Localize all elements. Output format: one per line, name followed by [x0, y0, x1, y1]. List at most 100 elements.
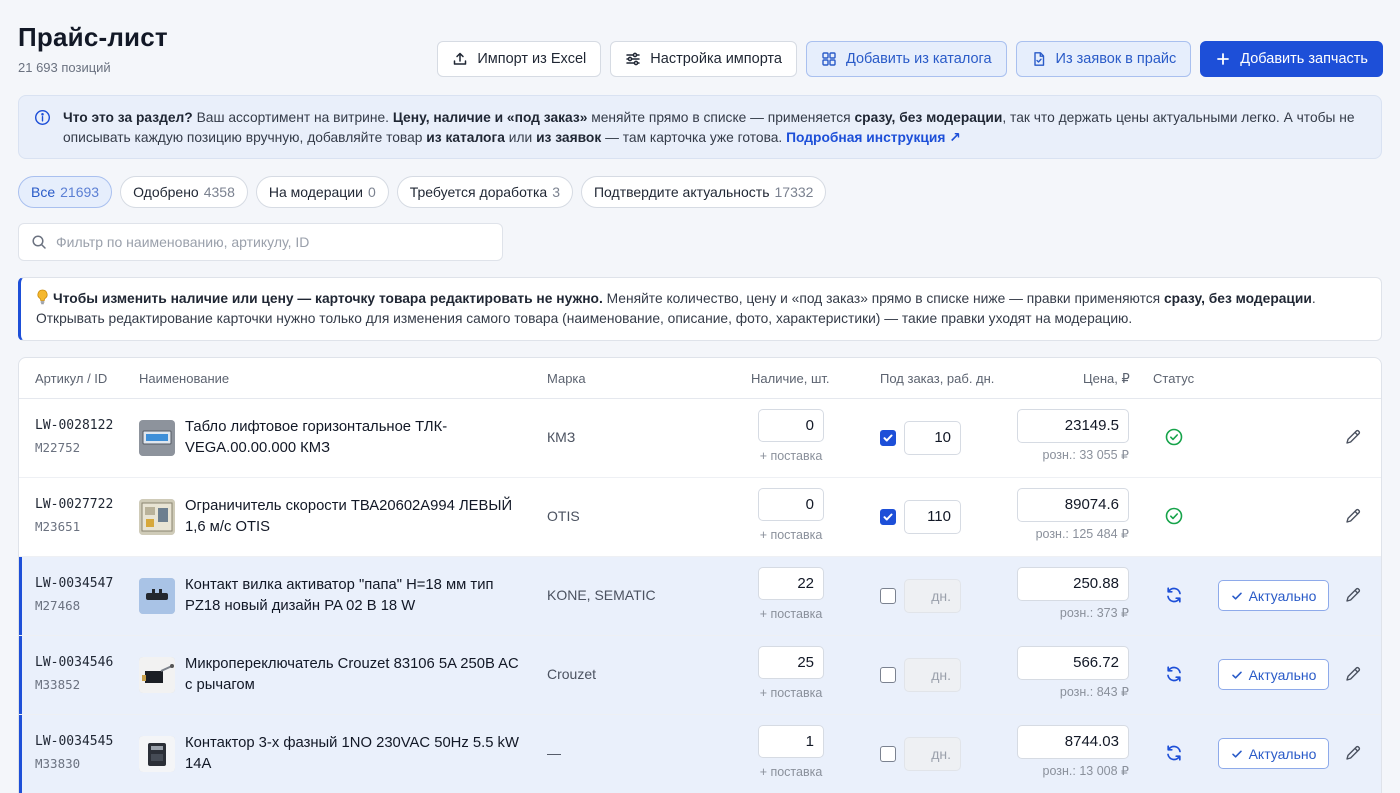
lightbulb-icon [37, 289, 48, 305]
product-brand: KONE, SEMATIC [547, 587, 656, 603]
add-part-label: Добавить запчасть [1240, 51, 1368, 67]
product-name[interactable]: Контакт вилка активатор "папа" H=18 мм т… [185, 575, 525, 617]
import-excel-button[interactable]: Импорт из Excel [437, 41, 602, 77]
col-status: Статус [1153, 371, 1195, 386]
order-checkbox[interactable] [880, 746, 896, 762]
retail-price: розн.: 13 008 ₽ [1042, 764, 1129, 778]
price-input[interactable]: 8744.03 [1017, 725, 1129, 759]
add-supply-link[interactable]: + поставка [758, 765, 824, 779]
stock-input[interactable]: 22 [758, 567, 824, 600]
edit-tip-banner: Чтобы изменить наличие или цену — карточ… [18, 277, 1382, 341]
section-info-banner: Что это за раздел? Ваш ассортимент на ви… [18, 95, 1382, 159]
check-icon [1231, 750, 1242, 758]
price-input[interactable]: 89074.6 [1017, 488, 1129, 522]
filter-chip-all[interactable]: Все 21693 [18, 176, 113, 208]
filter-count: 17332 [774, 184, 814, 200]
row-sku: LW-0034545 [35, 734, 114, 749]
retail-price: розн.: 125 484 ₽ [1035, 527, 1129, 541]
product-thumbnail[interactable] [139, 578, 175, 614]
filter-count: 4358 [203, 184, 235, 200]
refresh-icon [1167, 666, 1181, 682]
add-supply-link[interactable]: + поставка [758, 686, 824, 700]
from-requests-button[interactable]: Из заявок в прайс [1015, 41, 1192, 77]
refresh-icon [1167, 745, 1181, 761]
product-thumbnail[interactable] [139, 499, 175, 535]
product-name[interactable]: Табло лифтовое горизонтальное ТЛК-VEGA.0… [185, 417, 525, 459]
check-icon [883, 513, 893, 521]
retail-price: розн.: 373 ₽ [1059, 606, 1129, 620]
order-days-input[interactable]: дн. [904, 737, 961, 771]
upload-icon [454, 52, 467, 65]
pencil-icon[interactable] [1344, 665, 1362, 683]
pencil-icon[interactable] [1344, 744, 1362, 762]
row-id: M27468 [35, 598, 81, 613]
status-filter-chips: Все 21693 Одобрено 4358 На модерации 0 Треб… [18, 176, 827, 208]
add-from-catalog-label: Добавить из каталога [845, 51, 992, 67]
order-checkbox[interactable] [880, 509, 896, 525]
order-days-input[interactable]: дн. [904, 658, 961, 692]
pencil-icon[interactable] [1344, 507, 1362, 525]
order-days-input[interactable]: 10 [904, 421, 961, 455]
col-name: Наименование [139, 371, 230, 386]
confirm-actual-button[interactable]: Актуально [1218, 659, 1329, 690]
order-days-input[interactable]: дн. [904, 579, 961, 613]
search-box [18, 223, 503, 261]
product-name[interactable]: Микропереключатель Crouzet 83106 5A 250B… [185, 654, 525, 696]
toolbar: Импорт из Excel Настройка импорта Добави… [437, 41, 1383, 77]
order-checkbox[interactable] [880, 588, 896, 604]
product-thumbnail[interactable] [139, 420, 175, 456]
tip-line-2: Открывать редактирование карточки нужно … [36, 311, 1133, 326]
stock-input[interactable]: 1 [758, 725, 824, 758]
filter-chip-approved[interactable]: Одобрено 4358 [120, 176, 248, 208]
retail-price: розн.: 33 055 ₽ [1042, 448, 1129, 462]
table-row: LW-0034545 M33830 Контактор 3-х фазный 1NO… [19, 715, 1381, 793]
product-brand: OTIS [547, 508, 580, 524]
search-input[interactable] [56, 234, 476, 250]
add-supply-link[interactable]: + поставка [758, 528, 824, 542]
order-days-input[interactable]: 110 [904, 500, 961, 534]
confirm-actual-button[interactable]: Актуально [1218, 580, 1329, 611]
instructions-link[interactable]: Подробная инструкция ↗ [786, 130, 961, 145]
filter-chip-needs-work[interactable]: Требуется доработка 3 [396, 176, 573, 208]
filter-count: 3 [552, 184, 560, 200]
pencil-icon[interactable] [1344, 428, 1362, 446]
stock-input[interactable]: 0 [758, 409, 824, 442]
import-settings-button[interactable]: Настройка импорта [610, 41, 797, 77]
page-subtitle: 21 693 позиций [18, 60, 111, 75]
product-brand: КМЗ [547, 429, 576, 445]
pencil-icon[interactable] [1344, 586, 1362, 604]
order-checkbox[interactable] [880, 430, 896, 446]
price-input[interactable]: 250.88 [1017, 567, 1129, 601]
row-sku: LW-0027722 [35, 497, 114, 512]
add-part-button[interactable]: Добавить запчасть [1200, 41, 1383, 77]
product-thumbnail[interactable] [139, 736, 175, 772]
price-input[interactable]: 566.72 [1017, 646, 1129, 680]
col-stock: Наличие, шт. [751, 371, 830, 386]
grid-icon [822, 52, 836, 66]
from-requests-label: Из заявок в прайс [1055, 51, 1177, 67]
check-icon [1231, 592, 1242, 600]
filter-chip-moderation[interactable]: На модерации 0 [255, 176, 389, 208]
table-row: LW-0028122 M22752 Табло лифтовое горизонта… [19, 399, 1381, 478]
price-input[interactable]: 23149.5 [1017, 409, 1129, 443]
order-checkbox[interactable] [880, 667, 896, 683]
stock-input[interactable]: 0 [758, 488, 824, 521]
table-row: LW-0034547 M27468 Контакт вилка активатор … [19, 557, 1381, 636]
add-supply-link[interactable]: + поставка [758, 449, 824, 463]
product-name[interactable]: Ограничитель скорости ТВА20602А994 ЛЕВЫЙ… [185, 496, 525, 538]
add-supply-link[interactable]: + поставка [758, 607, 824, 621]
table-row: LW-0034546 M33852 Микропереключатель Crouz… [19, 636, 1381, 715]
stock-input[interactable]: 25 [758, 646, 824, 679]
retail-price: розн.: 843 ₽ [1059, 685, 1129, 699]
product-name[interactable]: Контактор 3-х фазный 1NO 230VAC 50Hz 5.5… [185, 733, 525, 775]
product-thumbnail[interactable] [139, 657, 175, 693]
info-text: Что это за раздел? Ваш ассортимент на ви… [63, 110, 1355, 145]
product-brand: — [547, 745, 561, 761]
filter-count: 0 [367, 184, 376, 200]
add-from-catalog-button[interactable]: Добавить из каталога [805, 41, 1007, 77]
confirm-actual-button[interactable]: Актуально [1218, 738, 1329, 769]
row-sku: LW-0034546 [35, 655, 114, 670]
info-icon [34, 109, 51, 126]
filter-chip-confirm-actuality[interactable]: Подтвердите актуальность 17332 [580, 176, 827, 208]
row-id: M23651 [35, 519, 81, 534]
